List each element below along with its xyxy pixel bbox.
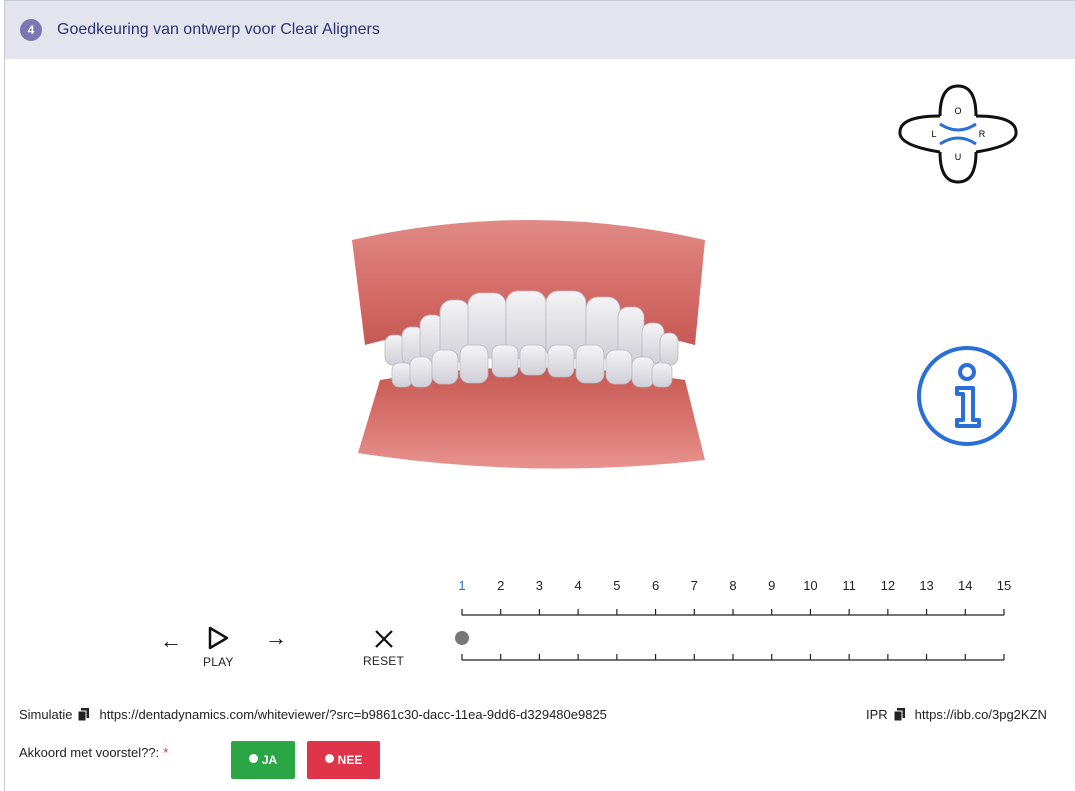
radio-icon bbox=[248, 753, 258, 763]
play-label: PLAY bbox=[203, 655, 234, 669]
reset-button[interactable]: RESET bbox=[363, 628, 404, 668]
copy-icon[interactable] bbox=[893, 708, 905, 721]
ipr-row: IPR https://ibb.co/3pg2KZN bbox=[866, 707, 1047, 722]
required-mark: * bbox=[163, 745, 169, 760]
info-icon[interactable] bbox=[915, 344, 1019, 448]
yes-label: JA bbox=[261, 753, 278, 767]
simulation-url[interactable]: https://dentadynamics.com/whiteviewer/?s… bbox=[99, 707, 606, 722]
radio-icon bbox=[324, 753, 334, 763]
orientation-right-label[interactable]: R bbox=[979, 129, 986, 139]
next-step-arrow[interactable]: → bbox=[265, 627, 287, 649]
ipr-label: IPR bbox=[866, 707, 888, 722]
section-header: 4 Goedkeuring van ontwerp voor Clear Ali… bbox=[5, 1, 1075, 59]
no-label: NEE bbox=[337, 753, 363, 767]
close-icon bbox=[374, 630, 393, 648]
orientation-bottom-label[interactable]: U bbox=[955, 152, 962, 162]
reset-label: RESET bbox=[363, 654, 405, 668]
simulation-label: Simulatie bbox=[19, 707, 73, 722]
approve-no-button[interactable]: NEE bbox=[307, 741, 380, 779]
orientation-left-label[interactable]: L bbox=[931, 129, 936, 139]
play-icon bbox=[209, 626, 229, 650]
dental-model-viewer[interactable] bbox=[340, 205, 720, 485]
timeline-track[interactable] bbox=[440, 570, 1030, 670]
section-title: Goedkeuring van ontwerp voor Clear Align… bbox=[57, 21, 380, 38]
approval-question: Akkoord met voorstel??: * bbox=[19, 745, 168, 760]
orientation-widget[interactable]: O L R U bbox=[896, 84, 1020, 184]
step-timeline[interactable]: 1 2 3 4 5 6 7 8 9 10 11 12 13 14 15 bbox=[440, 570, 1030, 670]
approval-label: Akkoord met voorstel??: bbox=[19, 745, 160, 760]
prev-step-arrow[interactable]: ← bbox=[160, 630, 182, 652]
approve-yes-button[interactable]: JA bbox=[231, 741, 295, 779]
play-button[interactable]: PLAY bbox=[203, 625, 234, 669]
step-badge: 4 bbox=[20, 19, 42, 41]
simulation-row: Simulatie https://dentadynamics.com/whit… bbox=[19, 707, 607, 722]
ipr-url[interactable]: https://ibb.co/3pg2KZN bbox=[915, 707, 1047, 722]
timeline-slider-handle[interactable] bbox=[455, 631, 469, 645]
orientation-top-label[interactable]: O bbox=[954, 106, 961, 116]
copy-icon[interactable] bbox=[78, 708, 90, 721]
